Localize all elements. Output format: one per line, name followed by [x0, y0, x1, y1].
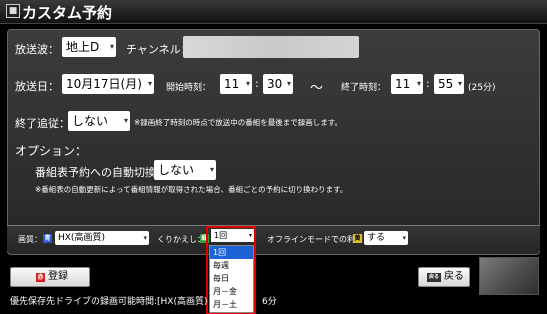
offline-select[interactable]: する ▾ — [364, 231, 408, 245]
back-key-icon: 戻る — [427, 273, 441, 282]
date-select[interactable]: 10月17日(月) ▾ — [62, 74, 154, 94]
red-key-icon: 赤 — [36, 273, 45, 282]
quality-value: HX(高画質) — [58, 233, 105, 243]
auto-switch-select[interactable]: しない ▾ — [154, 160, 216, 180]
auto-switch-value: しない — [158, 163, 195, 177]
auto-switch-note: ※番組表の自動更新によって番組情報が取得された場合、番組ごとの予約に切り換わりま… — [35, 185, 348, 194]
repeat-label: くりかえし： — [157, 235, 205, 244]
broadcast-select[interactable]: 地上D ▾ — [62, 37, 116, 57]
chevron-down-icon: ▾ — [209, 165, 214, 174]
end-hour-select[interactable]: 11 ▾ — [391, 74, 423, 94]
start-time-separator: : — [255, 77, 259, 90]
auto-switch-label: 番組表予約への自動切換： — [35, 166, 167, 179]
chevron-down-icon: ▾ — [109, 42, 114, 51]
chevron-down-icon: ▾ — [457, 79, 462, 88]
time-range-tilde: ～ — [310, 81, 324, 96]
page-title: カスタム予約 — [22, 4, 113, 22]
options-heading: オプション： — [15, 144, 88, 158]
start-time-label: 開始時刻： — [166, 83, 212, 93]
recording-capacity-tail: 6分 — [262, 297, 277, 307]
broadcast-value: 地上D — [66, 40, 100, 54]
chevron-down-icon: ▾ — [286, 79, 291, 88]
offline-value: する — [367, 233, 386, 243]
chevron-down-icon: ▾ — [416, 79, 421, 88]
title-bar: ■ カスタム予約 — [0, 0, 547, 24]
broadcast-label: 放送波： — [15, 43, 59, 56]
chevron-down-icon: ▾ — [245, 79, 250, 88]
start-minute-value: 30 — [267, 77, 283, 91]
follow-value: しない — [72, 114, 109, 128]
start-minute-select[interactable]: 30 ▾ — [263, 74, 293, 94]
chevron-down-icon: ▾ — [402, 234, 406, 242]
follow-select[interactable]: しない ▾ — [68, 111, 130, 131]
duration-text: (25分) — [468, 83, 496, 93]
register-label: 登録 — [48, 271, 68, 282]
channel-select-redacted[interactable] — [183, 36, 359, 58]
end-minute-select[interactable]: 55 ▾ — [434, 74, 464, 94]
app-icon: ■ — [6, 4, 20, 18]
chevron-down-icon: ▾ — [143, 234, 147, 242]
quality-label: 画質： — [18, 235, 42, 244]
end-time-separator: : — [426, 77, 430, 90]
date-label: 放送日： — [15, 80, 59, 93]
recording-capacity-text: 優先保存先ドライブの録画可能時間:[HX(高画質) — [10, 297, 208, 307]
date-value: 10月17日(月) — [66, 77, 142, 91]
quality-select[interactable]: HX(高画質) ▾ — [55, 231, 149, 245]
blue-key-icon: 青 — [43, 234, 52, 243]
start-hour-select[interactable]: 11 ▾ — [220, 74, 252, 94]
follow-label: 終了追従： — [15, 117, 70, 130]
end-time-label: 終了時刻： — [341, 83, 387, 93]
follow-note: ※録画終了時刻の時点で放送中の番組を最後まで録画します。 — [134, 118, 343, 127]
end-hour-value: 11 — [395, 77, 411, 91]
chevron-down-icon: ▾ — [123, 116, 128, 125]
end-minute-value: 55 — [438, 77, 454, 91]
channel-label: チャンネル： — [126, 43, 192, 56]
register-button[interactable]: 赤 登録 — [10, 267, 90, 287]
back-label: 戻る — [444, 271, 464, 282]
program-thumbnail — [479, 257, 539, 295]
chevron-down-icon: ▾ — [147, 79, 152, 88]
start-hour-value: 11 — [224, 77, 240, 91]
highlight-box — [206, 226, 256, 314]
back-button[interactable]: 戻る 戻る — [418, 267, 470, 287]
yellow-key-icon: 黄 — [353, 234, 362, 243]
